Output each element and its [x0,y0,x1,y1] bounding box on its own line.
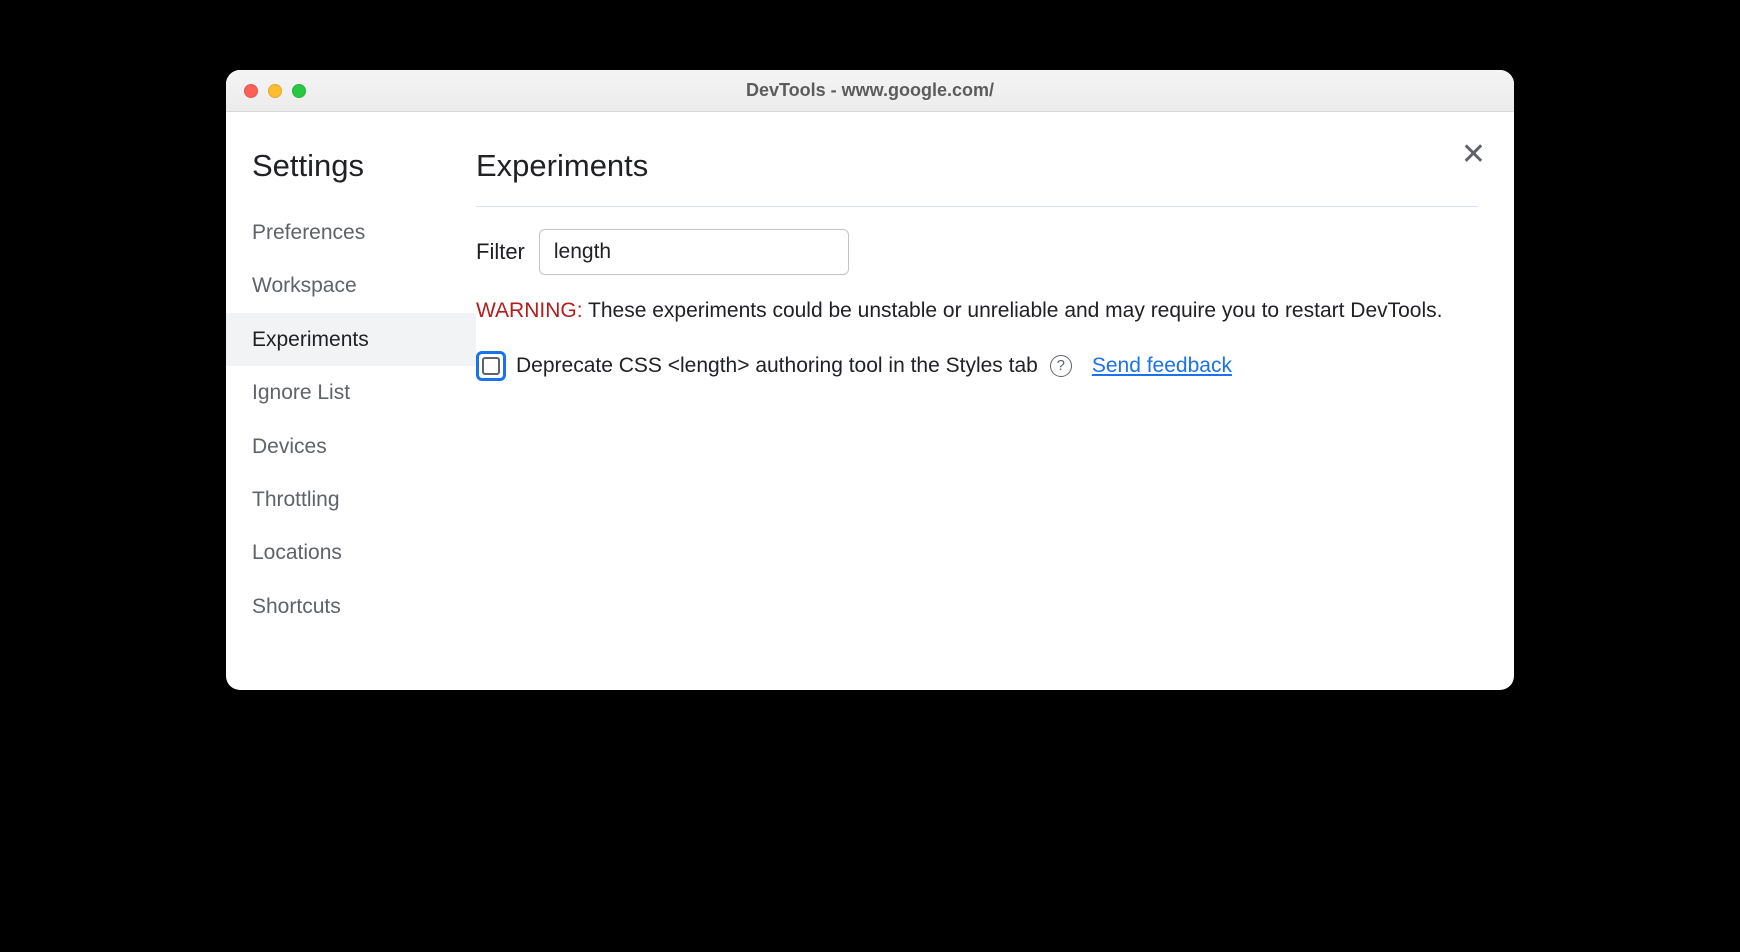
sidebar-item-shortcuts[interactable]: Shortcuts [226,580,476,633]
titlebar: DevTools - www.google.com/ [226,70,1514,112]
filter-label: Filter [476,239,525,265]
window-title: DevTools - www.google.com/ [226,80,1514,101]
devtools-window: DevTools - www.google.com/ ✕ Settings Pr… [226,70,1514,690]
close-icon[interactable]: ✕ [1461,140,1486,170]
settings-main: Experiments Filter WARNING: These experi… [476,112,1514,690]
checkbox-unchecked-icon [482,357,500,375]
sidebar-item-locations[interactable]: Locations [226,526,476,579]
warning-text: WARNING: These experiments could be unst… [476,295,1478,327]
maximize-window-button[interactable] [292,84,306,98]
settings-body: ✕ Settings Preferences Workspace Experim… [226,112,1514,690]
sidebar-item-experiments[interactable]: Experiments [226,313,476,366]
sidebar-item-devices[interactable]: Devices [226,420,476,473]
sidebar-item-preferences[interactable]: Preferences [226,206,476,259]
minimize-window-button[interactable] [268,84,282,98]
experiment-checkbox[interactable] [476,351,506,381]
page-heading: Experiments [476,148,1478,207]
traffic-lights [244,84,306,98]
close-window-button[interactable] [244,84,258,98]
send-feedback-link[interactable]: Send feedback [1092,354,1232,378]
filter-row: Filter [476,229,1478,275]
warning-body: These experiments could be unstable or u… [588,299,1442,322]
sidebar-item-workspace[interactable]: Workspace [226,259,476,312]
settings-sidebar: Settings Preferences Workspace Experimen… [226,112,476,690]
warning-prefix: WARNING: [476,299,583,322]
sidebar-title: Settings [226,148,476,206]
filter-input[interactable] [539,229,849,275]
sidebar-item-ignore-list[interactable]: Ignore List [226,366,476,419]
experiment-label: Deprecate CSS <length> authoring tool in… [516,354,1038,378]
sidebar-item-throttling[interactable]: Throttling [226,473,476,526]
help-icon[interactable]: ? [1050,355,1072,377]
experiment-row: Deprecate CSS <length> authoring tool in… [476,351,1478,381]
